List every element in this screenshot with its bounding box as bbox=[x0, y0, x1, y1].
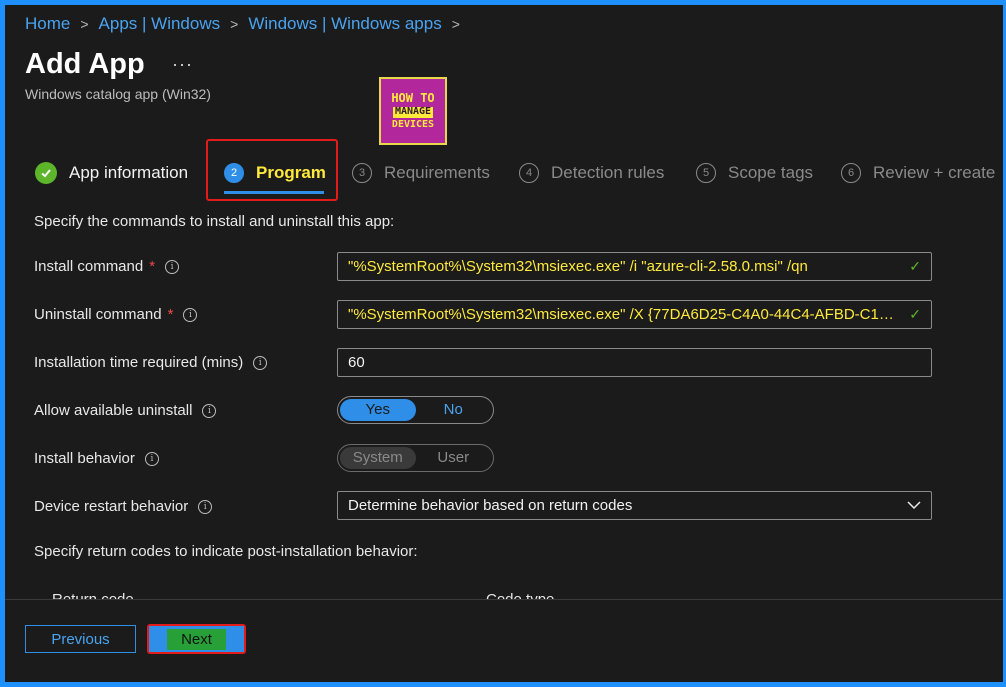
install-command-value: "%SystemRoot%\System32\msiexec.exe" /i "… bbox=[348, 258, 808, 275]
install-behavior-label: Install behavior i bbox=[34, 450, 159, 467]
required-marker: * bbox=[149, 258, 156, 275]
label-text: Installation time required (mins) bbox=[34, 354, 244, 371]
tab-program[interactable]: 2 Program bbox=[224, 160, 326, 186]
device-restart-value: Determine behavior based on return codes bbox=[348, 497, 633, 514]
next-button-label: Next bbox=[167, 628, 226, 650]
installation-time-label: Installation time required (mins) i bbox=[34, 354, 268, 371]
breadcrumb: Home > Apps | Windows > Windows | Window… bbox=[25, 14, 470, 34]
checkmark-icon bbox=[35, 162, 57, 184]
step-number-icon: 2 bbox=[224, 163, 244, 183]
active-tab-indicator bbox=[224, 191, 324, 194]
tab-scope-tags[interactable]: 5 Scope tags bbox=[696, 160, 813, 186]
device-restart-dropdown[interactable]: Determine behavior based on return codes bbox=[337, 491, 932, 520]
info-icon[interactable]: i bbox=[198, 499, 213, 514]
screenshot-frame bbox=[0, 0, 1006, 687]
step-number-icon: 4 bbox=[519, 163, 539, 183]
page-subtitle: Windows catalog app (Win32) bbox=[25, 86, 211, 102]
step-number-icon: 6 bbox=[841, 163, 861, 183]
label-text: Install command bbox=[34, 258, 144, 275]
tab-label: Review + create bbox=[873, 163, 996, 182]
step-number-icon: 3 bbox=[352, 163, 372, 183]
how-to-manage-devices-logo: HOW TO MANAGE DEVICES bbox=[379, 77, 447, 145]
uninstall-command-input[interactable]: "%SystemRoot%\System32\msiexec.exe" /X {… bbox=[337, 300, 932, 329]
info-icon[interactable]: i bbox=[202, 403, 217, 418]
allow-uninstall-toggle[interactable]: Yes No bbox=[337, 396, 494, 424]
chevron-down-icon bbox=[907, 497, 921, 514]
label-text: Device restart behavior bbox=[34, 498, 189, 515]
checkmark-icon: ✓ bbox=[909, 258, 921, 274]
logo-line-3: DEVICES bbox=[391, 118, 435, 130]
breadcrumb-windows-apps[interactable]: Windows | Windows apps bbox=[248, 14, 441, 34]
tab-label: Scope tags bbox=[728, 163, 814, 182]
installation-time-input[interactable]: 60 bbox=[337, 348, 932, 377]
tab-detection-rules[interactable]: 4 Detection rules bbox=[519, 160, 664, 186]
tab-label: Detection rules bbox=[551, 163, 665, 182]
toggle-option-system[interactable]: System bbox=[340, 447, 416, 469]
uninstall-command-label: Uninstall command * i bbox=[34, 306, 198, 323]
info-icon[interactable]: i bbox=[253, 355, 268, 370]
tab-label: App information bbox=[69, 163, 189, 182]
install-command-input[interactable]: "%SystemRoot%\System32\msiexec.exe" /i "… bbox=[337, 252, 932, 281]
tab-requirements[interactable]: 3 Requirements bbox=[352, 160, 490, 186]
installation-time-value: 60 bbox=[348, 354, 365, 371]
commands-intro-text: Specify the commands to install and unin… bbox=[34, 213, 395, 230]
required-marker: * bbox=[167, 306, 174, 323]
tab-app-information[interactable]: App information bbox=[35, 160, 188, 186]
label-text: Uninstall command bbox=[34, 306, 162, 323]
info-icon[interactable]: i bbox=[144, 451, 159, 466]
logo-line-1: HOW TO bbox=[391, 90, 435, 105]
page-title: Add App bbox=[25, 48, 145, 80]
toggle-option-no[interactable]: No bbox=[416, 399, 492, 421]
breadcrumb-apps-windows[interactable]: Apps | Windows bbox=[99, 14, 221, 34]
install-behavior-toggle[interactable]: System User bbox=[337, 444, 494, 472]
breadcrumb-home[interactable]: Home bbox=[25, 14, 70, 34]
more-options-icon[interactable]: ··· bbox=[172, 54, 193, 75]
checkmark-icon: ✓ bbox=[909, 306, 921, 322]
toggle-option-user[interactable]: User bbox=[416, 447, 492, 469]
uninstall-command-value: "%SystemRoot%\System32\msiexec.exe" /X {… bbox=[348, 306, 903, 323]
logo-line-2: MANAGE bbox=[392, 106, 434, 118]
step-number-icon: 5 bbox=[696, 163, 716, 183]
info-icon[interactable]: i bbox=[165, 259, 180, 274]
device-restart-label: Device restart behavior i bbox=[34, 498, 213, 515]
chevron-right-icon: > bbox=[80, 16, 89, 32]
install-command-label: Install command * i bbox=[34, 258, 180, 275]
label-text: Install behavior bbox=[34, 450, 135, 467]
previous-button[interactable]: Previous bbox=[25, 625, 136, 653]
tab-label: Requirements bbox=[384, 163, 490, 182]
return-codes-intro-text: Specify return codes to indicate post-in… bbox=[34, 543, 418, 560]
tab-review-create[interactable]: 6 Review + create bbox=[841, 160, 995, 186]
chevron-right-icon: > bbox=[451, 16, 460, 32]
info-icon[interactable]: i bbox=[183, 307, 198, 322]
next-button[interactable]: Next bbox=[149, 626, 244, 652]
toggle-option-yes[interactable]: Yes bbox=[340, 399, 416, 421]
tab-label: Program bbox=[256, 163, 326, 182]
chevron-right-icon: > bbox=[230, 16, 239, 32]
label-text: Allow available uninstall bbox=[34, 402, 193, 419]
allow-uninstall-label: Allow available uninstall i bbox=[34, 402, 217, 419]
